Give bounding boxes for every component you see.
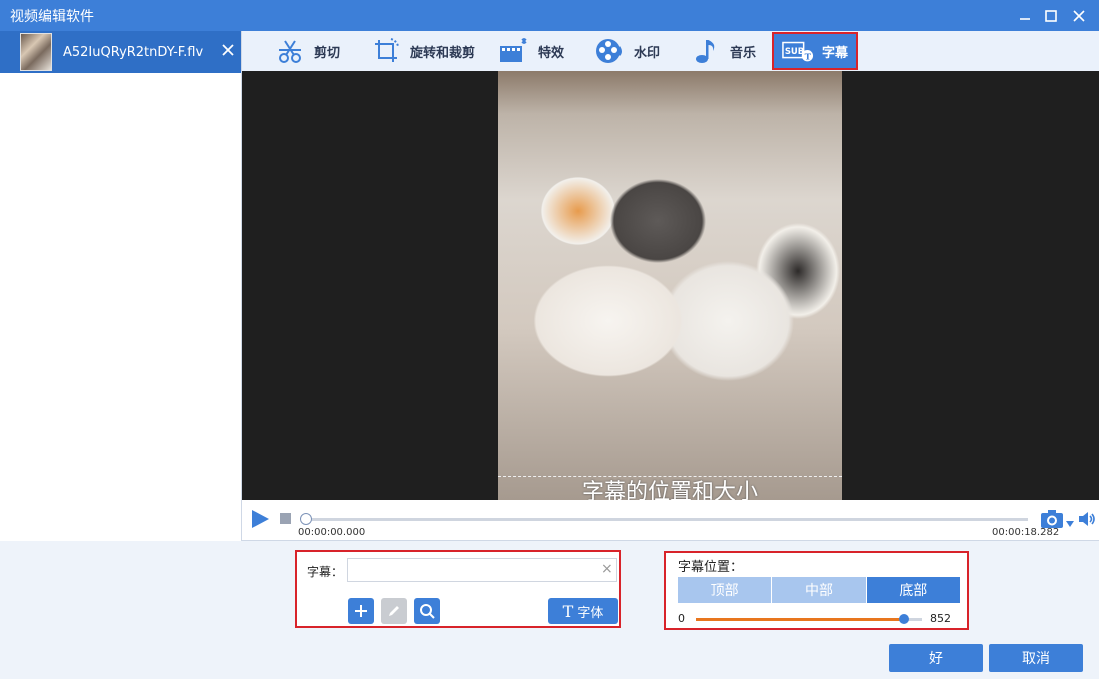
position-slider-fill [696, 618, 904, 621]
subtitle-editor: 字幕： × T 字体 [295, 550, 621, 628]
font-button[interactable]: T 字体 [548, 598, 618, 624]
close-button[interactable] [1064, 0, 1094, 31]
progress-knob[interactable] [300, 513, 312, 525]
playback-bar: 00:00:00.000 00:00:18.282 [242, 500, 1099, 541]
volume-icon [1079, 512, 1095, 526]
subtitle-input[interactable] [347, 558, 617, 582]
tab-rotate-crop[interactable]: 旋转和裁剪 [370, 31, 475, 71]
camera-icon [1041, 510, 1063, 528]
position-label: 字幕位置： [678, 560, 744, 575]
tab-subtitle[interactable]: SUB T 字幕 [772, 32, 859, 70]
position-bottom-option[interactable]: 底部 [866, 577, 960, 603]
subtitle-icon: SUB T [782, 35, 814, 67]
font-icon: T [562, 601, 574, 621]
close-icon [1073, 9, 1085, 22]
minimize-icon [1020, 17, 1030, 20]
tab-cut[interactable]: 剪切 [274, 31, 340, 71]
file-name: A52IuQRyR2tnDY-F.flv [63, 44, 204, 60]
maximize-button[interactable] [1036, 0, 1066, 31]
pencil-icon [389, 606, 399, 616]
tab-effects[interactable]: 特效 [498, 31, 564, 71]
effects-icon [498, 35, 530, 67]
file-list: A52IuQRyR2tnDY-F.flv [0, 31, 242, 541]
position-max-value: 852 [930, 612, 951, 625]
video-preview: 字幕的位置和大小 [498, 71, 842, 500]
play-button[interactable] [250, 509, 270, 529]
position-top-option[interactable]: 顶部 [678, 577, 773, 603]
current-time: 00:00:00.000 [298, 527, 366, 538]
rotate-crop-icon [370, 35, 402, 67]
svg-text:SUB: SUB [785, 46, 804, 56]
tab-music[interactable]: 音乐 [690, 31, 756, 71]
subtitle-label: 字幕： [307, 565, 344, 579]
close-icon [222, 44, 234, 56]
snapshot-button[interactable] [1040, 509, 1064, 529]
tab-label: 特效 [538, 45, 565, 61]
watermark-icon [594, 35, 626, 67]
tool-tabs: 剪切 旋转和裁剪 特效 水印 音乐 SUB T 字幕 [242, 31, 1099, 71]
chevron-down-icon [1066, 521, 1074, 527]
volume-button[interactable] [1078, 510, 1096, 528]
window-title: 视频编辑软件 [10, 8, 94, 25]
cancel-button[interactable]: 取消 [989, 644, 1083, 672]
tab-label: 水印 [634, 45, 661, 61]
svg-text:T: T [805, 51, 812, 61]
position-selector: 顶部 中部 底部 [678, 577, 960, 603]
tab-watermark[interactable]: 水印 [594, 31, 660, 71]
tab-label: 字幕 [822, 45, 849, 61]
search-subtitle-button[interactable] [414, 598, 440, 624]
file-thumbnail [20, 33, 52, 71]
search-icon [420, 604, 435, 619]
stop-button[interactable] [280, 513, 291, 524]
title-bar: 视频编辑软件 [0, 0, 1099, 31]
snapshot-dropdown[interactable] [1066, 516, 1074, 527]
clear-subtitle-button[interactable]: × [601, 562, 615, 576]
subtitle-position-panel: 字幕位置： 顶部 中部 底部 0 852 [664, 551, 969, 630]
position-slider-knob[interactable] [899, 614, 909, 624]
edit-subtitle-button[interactable] [381, 598, 407, 624]
progress-track[interactable] [304, 518, 1028, 521]
tab-label: 剪切 [314, 45, 341, 61]
cut-icon [274, 35, 306, 67]
position-min-value: 0 [678, 612, 685, 625]
remove-file-button[interactable] [221, 43, 235, 57]
font-button-label: 字体 [577, 605, 604, 621]
position-middle-option[interactable]: 中部 [772, 577, 867, 603]
subtitle-preview-text: 字幕的位置和大小 [581, 480, 758, 500]
plus-icon [355, 605, 367, 617]
file-item[interactable]: A52IuQRyR2tnDY-F.flv [0, 31, 241, 73]
tab-label: 旋转和裁剪 [410, 45, 476, 61]
tab-label: 音乐 [730, 45, 757, 61]
position-slider-track[interactable] [696, 614, 922, 624]
play-icon [252, 510, 269, 528]
music-icon [690, 35, 722, 67]
add-subtitle-button[interactable] [348, 598, 374, 624]
maximize-icon [1045, 9, 1057, 22]
ok-button[interactable]: 好 [889, 644, 983, 672]
